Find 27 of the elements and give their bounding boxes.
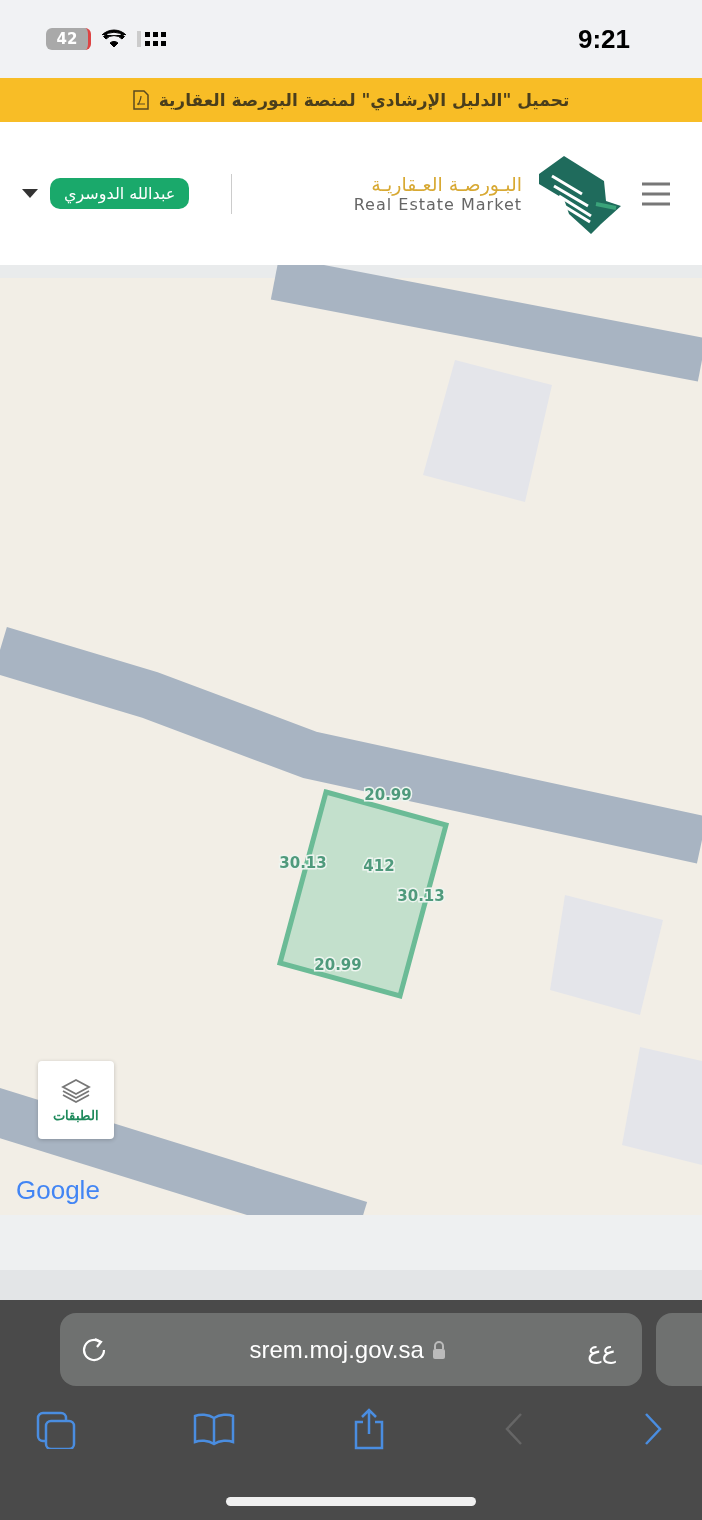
wifi-icon	[101, 29, 127, 49]
share-icon[interactable]	[352, 1408, 386, 1450]
lock-icon	[431, 1340, 446, 1359]
next-tab-preview[interactable]	[656, 1313, 702, 1386]
menu-icon[interactable]	[640, 180, 672, 207]
dropdown-caret-icon[interactable]	[22, 188, 38, 199]
pdf-icon	[132, 90, 149, 110]
parcel-number: 412	[363, 857, 395, 875]
logo-english-text: Real Estate Market	[353, 195, 522, 214]
side-length: 20.99	[314, 956, 362, 974]
status-time: 9:21	[577, 23, 630, 55]
download-banner[interactable]: تحميل "الدليل الإرشادي" لمنصة البورصة العقارية	[0, 78, 702, 122]
google-logo: Google	[16, 1175, 100, 1206]
user-button[interactable]: عبدالله الدوسري	[50, 178, 190, 209]
bookmarks-icon[interactable]	[193, 1412, 235, 1446]
url-text: srem.moj.gov.sa	[249, 1335, 424, 1364]
battery-level: 42	[56, 30, 78, 48]
parcel-outline[interactable]	[276, 788, 450, 1000]
logo-arabic-text: البـورصـة العـقاريـة	[371, 173, 522, 195]
forward-icon[interactable]	[642, 1411, 664, 1447]
tabs-icon[interactable]	[36, 1409, 76, 1449]
signal-icon	[137, 29, 167, 49]
reader-button[interactable]: ﻉﻉ	[587, 1335, 616, 1364]
layers-label: الطبقات	[53, 1107, 99, 1123]
layers-icon	[61, 1077, 91, 1104]
reload-icon[interactable]	[80, 1335, 108, 1364]
layers-button[interactable]: الطبقات	[38, 1061, 114, 1139]
